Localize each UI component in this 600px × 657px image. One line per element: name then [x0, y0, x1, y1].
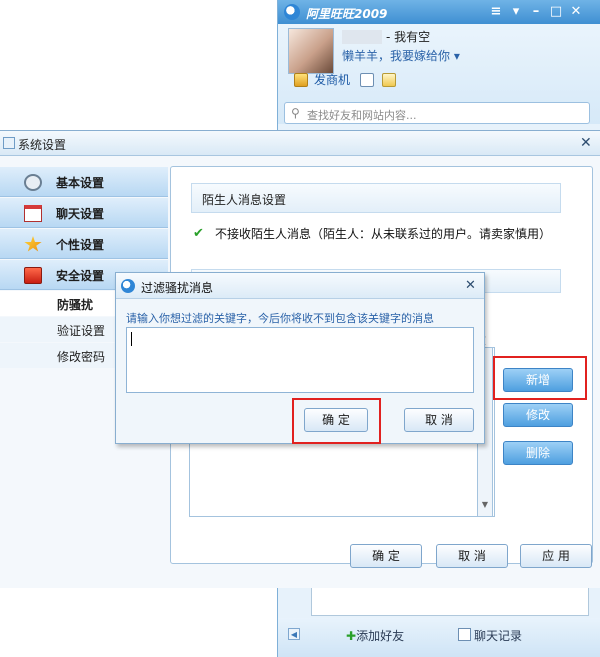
- stranger-message-checkbox-label[interactable]: 不接收陌生人消息（陌生人：从未联系过的用户。请卖家慎用）: [215, 225, 551, 242]
- nav-personal-settings[interactable]: 个性设置: [0, 229, 168, 259]
- business-icon[interactable]: [294, 73, 308, 87]
- nav-basic-label: 基本设置: [56, 176, 105, 190]
- aliwangwang-titlebar[interactable]: 阿里旺旺2009 ≡ ▾ – □ ✕: [278, 0, 600, 24]
- delete-keyword-button[interactable]: 删除: [503, 441, 573, 465]
- text-caret: [131, 332, 132, 346]
- gear-icon: [24, 174, 42, 191]
- checkbox-checked-icon[interactable]: ✔: [193, 226, 204, 241]
- search-box[interactable]: ⚲ 查找好友和网站内容...: [284, 102, 590, 124]
- filter-harassment-dialog: 过滤骚扰消息 ✕ 请输入你想过滤的关键字，今后你将收不到包含该关键字的消息 确 …: [115, 272, 485, 444]
- stranger-section-header: 陌生人消息设置: [191, 183, 561, 213]
- collapse-arrow-icon[interactable]: ◀: [288, 628, 300, 640]
- profile-header: - 我有空 懒羊羊，我要嫁给你 ▾ 发商机 ⚲ 查找好友和网站内容...: [278, 24, 600, 124]
- menu-icon[interactable]: ≡: [487, 3, 505, 21]
- edit-keyword-button[interactable]: 修改: [503, 403, 573, 427]
- settings-close-icon[interactable]: ✕: [580, 135, 592, 151]
- shield-icon: [24, 267, 42, 284]
- add-friend-label: 添加好友: [356, 629, 405, 643]
- calendar-icon[interactable]: [360, 73, 374, 87]
- avatar[interactable]: [288, 28, 334, 74]
- minimize-icon[interactable]: –: [527, 3, 545, 21]
- plus-icon: ✚: [346, 629, 357, 643]
- blurred-username: [342, 30, 382, 44]
- dialog-prompt: 请输入你想过滤的关键字，今后你将收不到包含该关键字的消息: [126, 312, 434, 325]
- dialog-cancel-button[interactable]: 取 消: [404, 408, 474, 432]
- signature-motto[interactable]: 懒羊羊，我要嫁给你 ▾: [342, 47, 460, 64]
- chat-records-label: 聊天记录: [474, 629, 523, 643]
- add-keyword-button[interactable]: 新增: [503, 368, 573, 392]
- settings-ok-button[interactable]: 确 定: [350, 544, 422, 568]
- nav-personal-label: 个性设置: [56, 238, 105, 252]
- nav-security-label: 安全设置: [56, 269, 105, 283]
- search-input[interactable]: 查找好友和网站内容...: [307, 107, 417, 123]
- mail-icon[interactable]: [382, 73, 396, 87]
- nav-verify-label: 验证设置: [57, 324, 106, 338]
- fashangji-button[interactable]: 发商机: [314, 71, 350, 88]
- aliwangwang-title: 阿里旺旺2009: [306, 7, 388, 21]
- dialog-titlebar[interactable]: 过滤骚扰消息 ✕: [116, 273, 484, 299]
- star-icon: [24, 236, 42, 252]
- stranger-section-title: 陌生人消息设置: [202, 193, 287, 207]
- close-icon[interactable]: ✕: [567, 3, 585, 21]
- bottom-toolbar: ◀ ✚添加好友 聊天记录: [278, 618, 600, 657]
- chat-records-button[interactable]: 聊天记录: [458, 627, 522, 644]
- dialog-logo-icon: [121, 279, 135, 293]
- add-friend-button[interactable]: ✚添加好友: [346, 627, 404, 644]
- dialog-close-icon[interactable]: ✕: [465, 278, 476, 293]
- scroll-down-icon[interactable]: ▼: [480, 500, 490, 510]
- search-icon: ⚲: [291, 106, 300, 120]
- dialog-title: 过滤骚扰消息: [141, 281, 214, 295]
- dialog-ok-button[interactable]: 确 定: [304, 408, 368, 432]
- chat-settings-icon: [24, 205, 42, 222]
- aliwangwang-logo-icon: [284, 4, 300, 20]
- nav-chat-settings[interactable]: 聊天设置: [0, 198, 168, 228]
- maximize-icon[interactable]: □: [547, 3, 565, 21]
- settings-titlebar[interactable]: 系统设置 ✕: [0, 131, 600, 156]
- nav-password-label: 修改密码: [57, 350, 106, 364]
- nav-basic-settings[interactable]: 基本设置: [0, 167, 168, 197]
- dropdown-icon[interactable]: ▾: [507, 3, 525, 21]
- nav-chat-label: 聊天设置: [56, 207, 105, 221]
- settings-apply-button[interactable]: 应 用: [520, 544, 592, 568]
- settings-cancel-button[interactable]: 取 消: [436, 544, 508, 568]
- settings-title: 系统设置: [18, 138, 67, 152]
- nav-anti-harassment-label: 防骚扰: [57, 298, 94, 312]
- chat-records-icon: [458, 628, 471, 641]
- online-status[interactable]: - 我有空: [386, 28, 430, 45]
- keyword-input[interactable]: [126, 327, 474, 393]
- settings-window-icon: [3, 137, 15, 149]
